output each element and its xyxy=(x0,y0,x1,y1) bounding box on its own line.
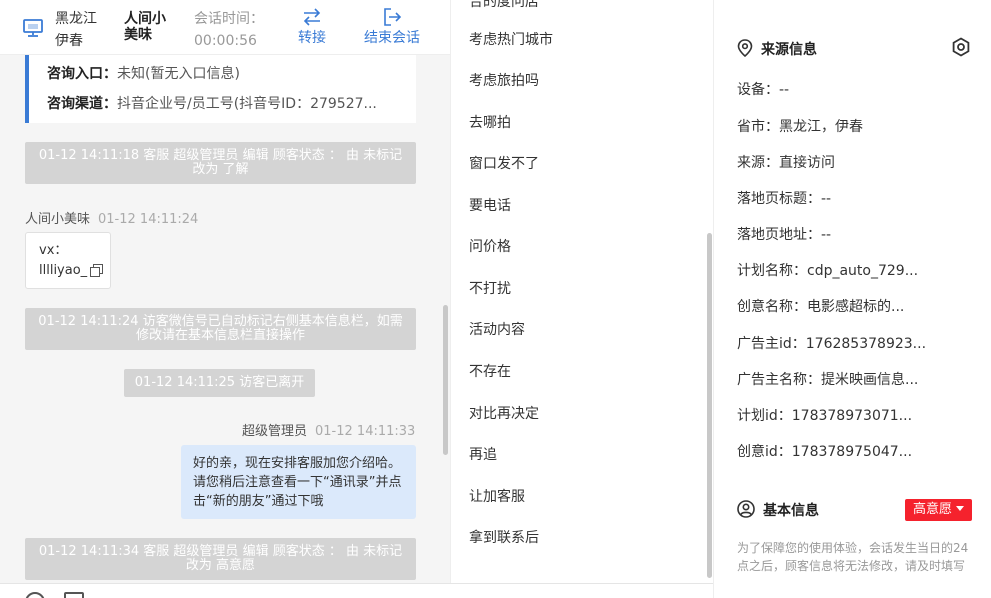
source-field-landing-title: 落地页标题：-- xyxy=(737,191,832,207)
source-info-title-text: 来源信息 xyxy=(761,42,817,58)
source-field-advertiser-name: 广告主名称：提米映画信息... xyxy=(737,372,919,388)
system-message: 01-12 14:11:34 客服 超级管理员 编辑 顾客状态 ： 由 未标记 … xyxy=(25,538,416,580)
consult-info-card: 咨询入口：未知(暂无入口信息) 咨询渠道：抖音企业号/员工号(抖音号ID：279… xyxy=(25,55,416,123)
basic-info-title: 基本信息 xyxy=(737,500,819,521)
quick-reply-item[interactable]: 不存在 xyxy=(469,362,511,382)
quick-reply-item[interactable]: 再追 xyxy=(469,445,497,465)
source-field-plan-id: 计划id：178378973071... xyxy=(737,408,913,424)
quick-reply-item[interactable]: 活动内容 xyxy=(469,320,525,340)
edit-notice: 为了保障您的使用体验，会话发生当日的24点之后，顾客信息将无法修改，请及时填写 xyxy=(737,541,969,573)
source-field-device: 设备：-- xyxy=(737,82,790,98)
visitor-message-bubble: vx： lllliyao_ xyxy=(25,232,111,289)
source-field-creative-name: 创意名称：电影感超标的... xyxy=(737,299,905,315)
source-field-province: 省市：黑龙江，伊春 xyxy=(737,119,863,135)
consult-entry: 咨询入口：未知(暂无入口信息) xyxy=(47,63,240,83)
quick-reply-list: 合的度问店 考虑热门城市 考虑旅拍吗 去哪拍 窗口发不了 要电话 问价格 不打扰… xyxy=(450,0,713,583)
settings-icon[interactable] xyxy=(951,37,971,57)
quick-reply-item[interactable]: 让加客服 xyxy=(469,487,525,507)
location-province: 黑龙江 xyxy=(55,11,97,27)
consult-entry-value: 未知(暂无入口信息) xyxy=(117,66,240,82)
quick-reply-item[interactable]: 合的度问店 xyxy=(469,0,539,12)
system-message: 01-12 14:11:24 访客微信号已自动标记右侧基本信息栏，如需修改请在基… xyxy=(25,308,416,350)
intent-level-dropdown[interactable]: 高意愿 xyxy=(905,499,972,521)
agent-message-header: 超级管理员 01-12 14:11:33 xyxy=(242,420,415,439)
input-toolbar xyxy=(0,583,713,598)
logout-icon xyxy=(384,8,402,26)
session-time: 会话时间： 00:00:56 xyxy=(194,8,264,52)
quick-reply-scrollbar[interactable] xyxy=(707,233,712,578)
consult-channel-label: 咨询渠道： xyxy=(47,96,117,112)
desktop-icon xyxy=(23,19,43,37)
quick-reply-item[interactable]: 拿到联系后 xyxy=(469,528,539,548)
quick-reply-item[interactable]: 要电话 xyxy=(469,196,511,216)
visitor-location: 黑龙江 伊春 xyxy=(55,8,97,52)
consult-channel-value: 抖音企业号/员工号(抖音号ID：279527... xyxy=(117,96,377,112)
visitor-sender: 人间小美味 xyxy=(25,212,91,227)
system-message-visitor-left: 01-12 14:11:25 访客已离开 xyxy=(124,369,315,397)
session-time-label: 会话时间： xyxy=(194,11,264,27)
copy-icon[interactable] xyxy=(90,264,104,277)
caret-down-icon xyxy=(956,506,964,511)
visitor-message-line1: vx： xyxy=(39,243,68,258)
quick-reply-item[interactable]: 问价格 xyxy=(469,237,511,257)
visitor-wechat-id: lllliyao_ xyxy=(39,263,88,278)
agent-message-bubble: 好的亲，现在安排客服加您介绍哈。请您稍后注意查看一下“通讯录”并点击“新的朋友”… xyxy=(181,445,416,519)
intent-level-label: 高意愿 xyxy=(912,502,952,517)
chat-messages[interactable]: 咨询入口：未知(暂无入口信息) 咨询渠道：抖音企业号/员工号(抖音号ID：279… xyxy=(0,55,450,583)
customer-info-panel: 来源信息 设备：-- 省市：黑龙江，伊春 来源：直接访问 落地页标题：-- 落地… xyxy=(713,0,991,598)
transfer-label: 转接 xyxy=(298,30,326,46)
transfer-button[interactable]: 转接 xyxy=(296,6,328,48)
transfer-icon xyxy=(303,8,321,26)
consult-channel: 咨询渠道：抖音企业号/员工号(抖音号ID：279527... xyxy=(47,93,377,113)
location-pin-icon xyxy=(737,39,753,58)
source-field-creative-id: 创意id：178378975047... xyxy=(737,444,913,460)
quick-reply-item[interactable]: 窗口发不了 xyxy=(469,154,539,174)
visitor-message-time: 01-12 14:11:24 xyxy=(98,212,199,227)
visitor-message-header: 人间小美味 01-12 14:11:24 xyxy=(25,208,198,227)
quick-reply-item[interactable]: 不打扰 xyxy=(469,279,511,299)
consult-entry-label: 咨询入口： xyxy=(47,66,117,82)
quick-reply-item[interactable]: 对比再决定 xyxy=(469,404,539,424)
agent-message-time: 01-12 14:11:33 xyxy=(315,424,416,439)
quick-reply-item[interactable]: 去哪拍 xyxy=(469,113,511,133)
chat-scrollbar[interactable] xyxy=(443,305,448,455)
basic-info-title-text: 基本信息 xyxy=(763,503,819,519)
source-field-plan-name: 计划名称：cdp_auto_729... xyxy=(737,263,919,279)
end-session-button[interactable]: 结束会话 xyxy=(360,6,424,48)
location-city: 伊春 xyxy=(55,33,83,49)
end-session-label: 结束会话 xyxy=(364,30,420,46)
source-field-landing-url: 落地页地址：-- xyxy=(737,227,832,243)
visitor-message-line2: lllliyao_ xyxy=(39,261,110,281)
user-icon xyxy=(737,500,755,518)
quick-reply-item[interactable]: 考虑热门城市 xyxy=(469,30,553,50)
system-message: 01-12 14:11:18 客服 超级管理员 编辑 顾客状态 ： 由 未标记 … xyxy=(25,142,416,184)
visitor-name: 人间小美味 xyxy=(124,11,166,43)
agent-sender: 超级管理员 xyxy=(242,424,308,439)
emoji-icon[interactable] xyxy=(25,592,45,598)
quick-reply-item[interactable]: 考虑旅拍吗 xyxy=(469,71,539,91)
source-info-title: 来源信息 xyxy=(737,39,817,60)
source-field-origin: 来源：直接访问 xyxy=(737,155,835,171)
source-field-advertiser-id: 广告主id：176285378923... xyxy=(737,336,927,352)
chat-header: 黑龙江 伊春 人间小美味 会话时间： 00:00:56 转接 结束会话 xyxy=(0,0,450,55)
session-time-value: 00:00:56 xyxy=(194,33,257,49)
image-icon[interactable] xyxy=(64,592,84,598)
